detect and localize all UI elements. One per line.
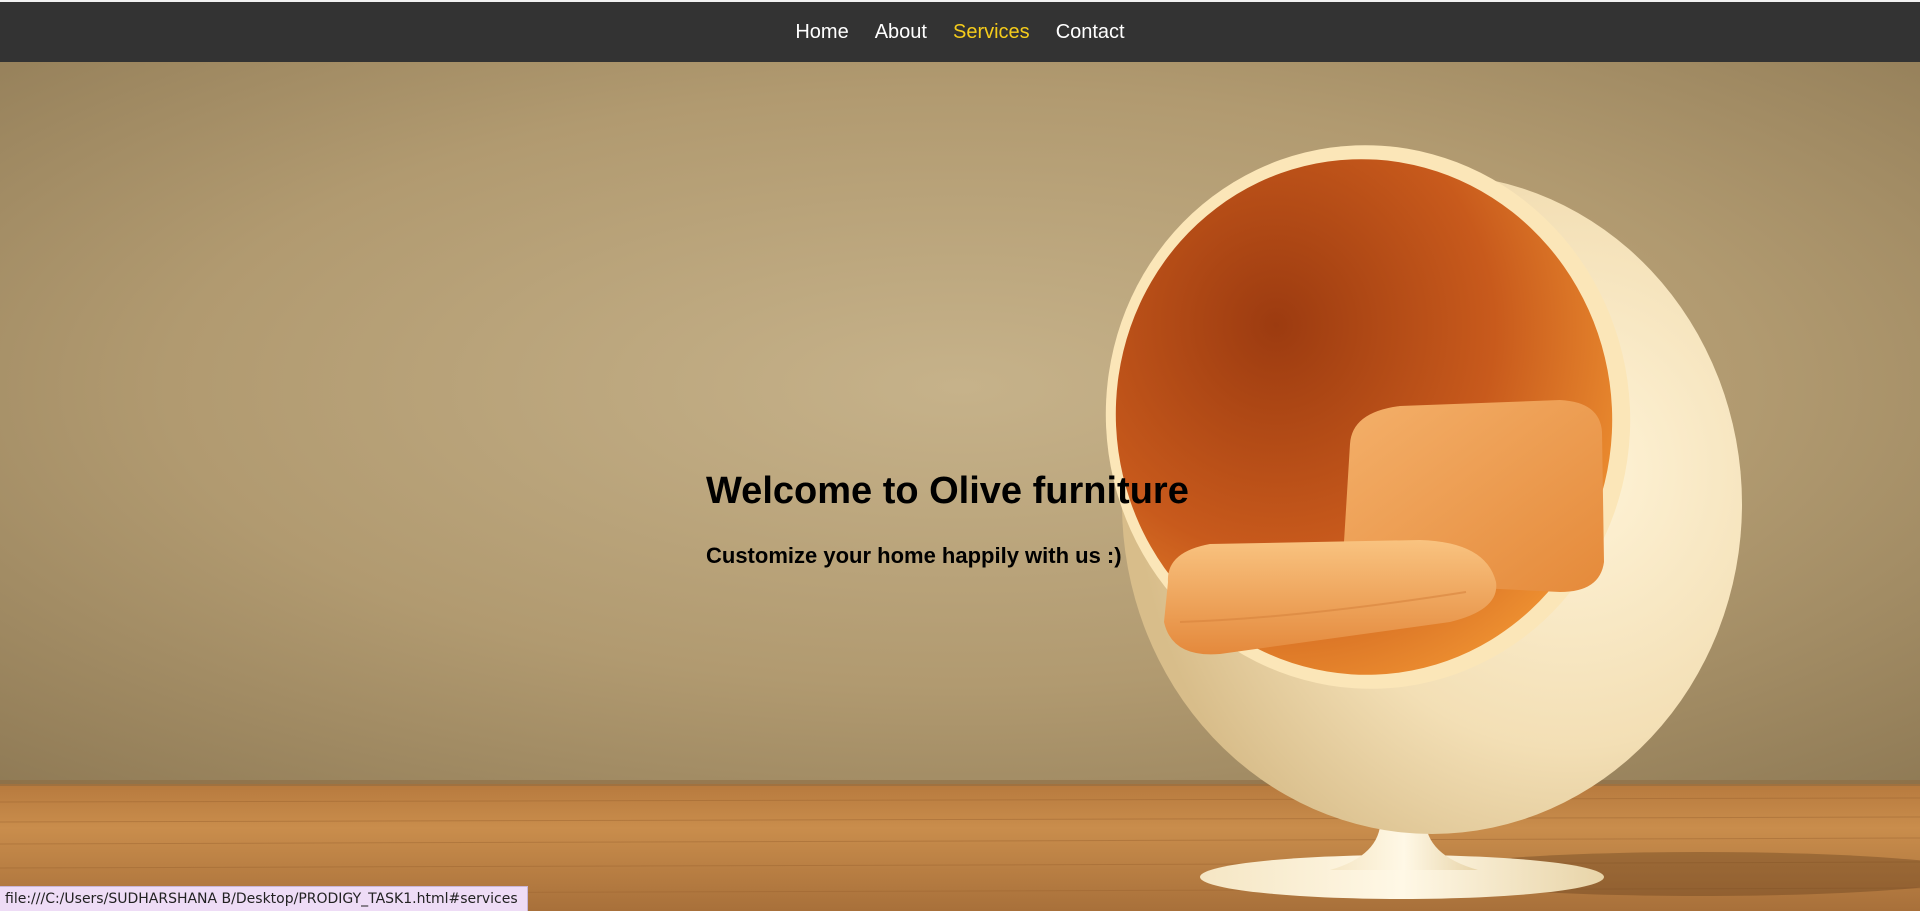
nav-link-contact[interactable]: Contact [1043, 21, 1138, 44]
nav-link-services[interactable]: Services [940, 21, 1043, 44]
nav-link-home[interactable]: Home [782, 21, 861, 44]
hero-section: Welcome to Olive furniture Customize you… [0, 62, 1920, 911]
page: Home About Services Contact Welcome to O… [0, 0, 1920, 911]
top-navigation-bar: Home About Services Contact [0, 0, 1920, 62]
hero-subtitle: Customize your home happily with us :) [706, 543, 1122, 568]
link-status-bar: file:///C:/Users/SUDHARSHANA B/Desktop/P… [0, 886, 528, 911]
hero-title: Welcome to Olive furniture [706, 470, 1189, 512]
main-nav: Home About Services Contact [0, 2, 1920, 62]
nav-link-about[interactable]: About [862, 21, 940, 44]
